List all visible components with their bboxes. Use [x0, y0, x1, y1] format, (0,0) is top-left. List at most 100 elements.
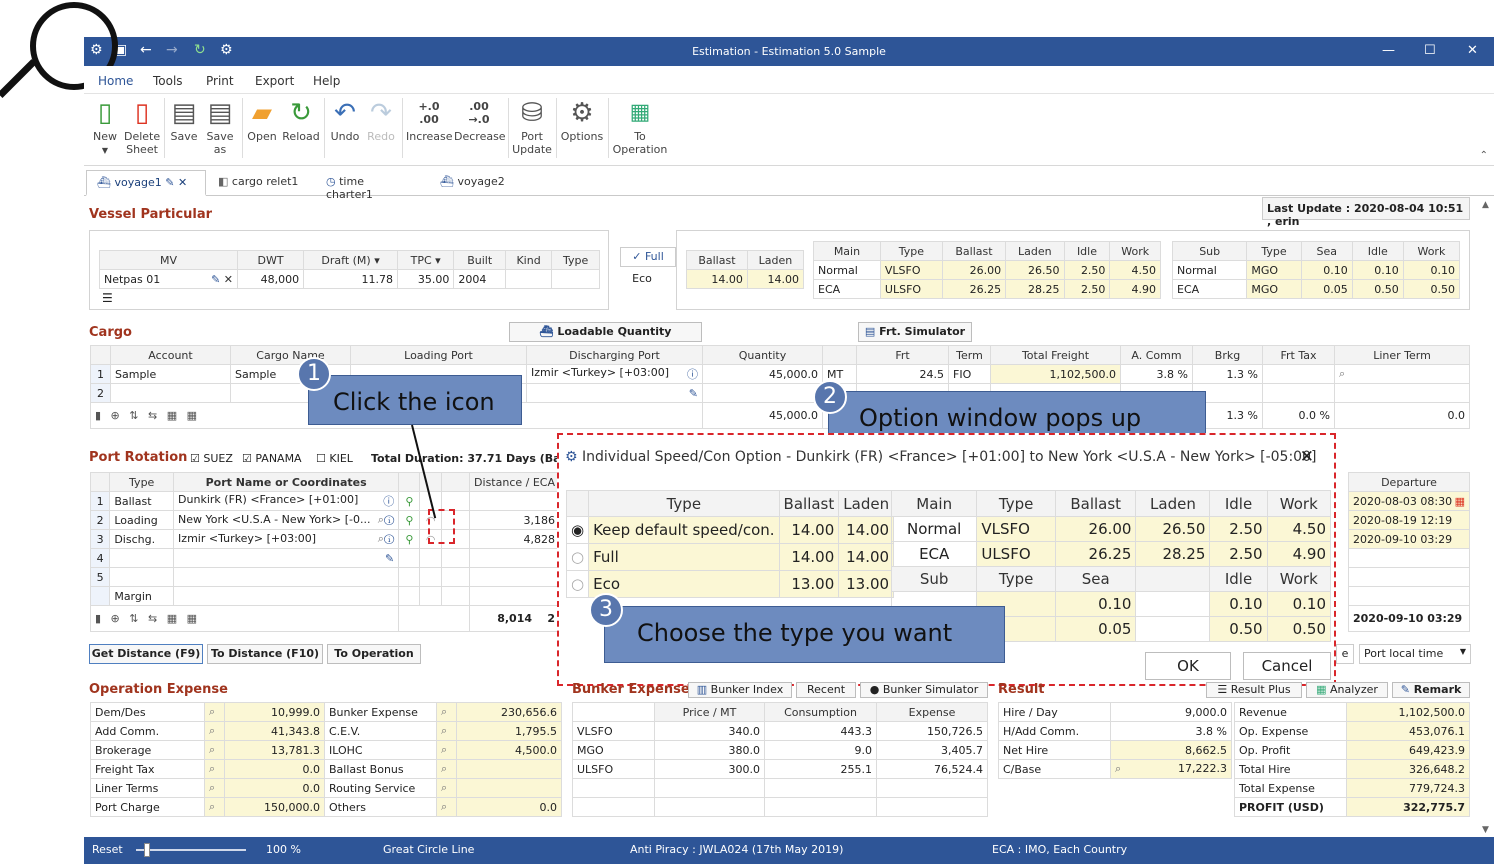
port-type-cell[interactable]: Loading [109, 510, 175, 530]
search-icon[interactable]: ⌕ [204, 702, 225, 722]
radio-selected[interactable]: ◉ [565, 516, 590, 544]
opex-value[interactable]: 150,000.0 [224, 797, 325, 817]
departure-cell[interactable]: 2020-09-10 03:29 [1348, 529, 1470, 549]
work-cons-cell[interactable]: 0.10 [1402, 260, 1461, 280]
tab-time-charter1[interactable]: ◷ time charter1 [316, 170, 424, 201]
info-icon[interactable]: ⓘ [687, 366, 698, 382]
map-pin-icon[interactable]: ⚲ [398, 491, 421, 511]
idle-cons-cell[interactable]: 0.50 [1351, 279, 1404, 299]
decrease-button[interactable]: .00 →.0 Decrease [454, 96, 506, 143]
bunker-simulator-button[interactable]: ● Bunker Simulator [860, 682, 988, 698]
loadable-quantity-button[interactable]: ⛴ Loadable Quantity Calculator [509, 322, 702, 356]
search-icon[interactable]: ⌕ [204, 778, 225, 798]
frt-tax-cell[interactable] [1262, 364, 1335, 384]
to-distance-button[interactable]: To Distance (F10) [207, 644, 323, 664]
to-operation-button[interactable]: ▦ To Operation [612, 96, 668, 156]
search-icon[interactable]: ⌕ [1115, 762, 1121, 776]
laden-speed-cell[interactable]: 14.00 [746, 269, 805, 289]
suez-checkbox[interactable]: ☑ SUEZ [190, 452, 233, 465]
idle-cons-cell[interactable]: 2.50 [1209, 516, 1268, 542]
fuel-type-cell[interactable]: ULSFO [879, 279, 943, 299]
info-icon[interactable]: ⓘ [384, 532, 394, 545]
maximize-button[interactable]: ☐ [1424, 43, 1436, 58]
idle-cons-cell[interactable]: 0.50 [1209, 616, 1268, 642]
liner-term-cell[interactable] [1334, 383, 1470, 403]
search-icon[interactable]: ⌕ [436, 778, 457, 798]
idle-cons-cell[interactable]: 2.50 [1209, 541, 1268, 567]
opex-value[interactable]: 10,999.0 [224, 702, 325, 722]
recent-button[interactable]: Recent [796, 682, 856, 698]
undo-button[interactable]: ↶ Undo [328, 96, 362, 143]
analyzer-button[interactable]: ▦ Analyzer [1306, 682, 1388, 698]
sea-cons-cell[interactable]: 0.05 [1054, 616, 1137, 642]
fuel-type-cell[interactable]: MGO [1246, 260, 1302, 280]
info-icon[interactable]: ⓘ [383, 493, 394, 509]
ballast-cons-cell[interactable]: 26.25 [1054, 541, 1137, 567]
sea-cons-cell[interactable]: 0.10 [1054, 591, 1137, 617]
kind-cell[interactable] [504, 269, 553, 289]
map-pin-icon[interactable]: ⚲ [398, 510, 421, 530]
ballast-cons-cell[interactable]: 26.25 [941, 279, 1007, 299]
delete-sheet-button[interactable]: ▯ Delete Sheet [124, 96, 160, 156]
distance-cell[interactable]: 3,186 [469, 510, 560, 530]
redo-button[interactable]: ↷ Redo [366, 96, 396, 143]
fuel-type-cell[interactable]: VLSFO [879, 260, 943, 280]
quantity-cell[interactable]: 45,000.0 [702, 364, 823, 384]
search-icon[interactable]: ⌕ [204, 797, 225, 817]
options-button[interactable]: ⚙ Options [560, 96, 604, 143]
opex-value[interactable]: 0.0 [456, 797, 562, 817]
work-cons-cell[interactable]: 0.10 [1266, 591, 1332, 617]
departure-cell[interactable]: 2020-08-19 12:19 [1348, 510, 1470, 530]
speed-option-label[interactable]: Eco [588, 570, 780, 598]
liner-term-cell[interactable]: ⌕ [1334, 364, 1470, 384]
opex-value[interactable]: 0.0 [224, 759, 325, 779]
idle-cons-cell[interactable]: 0.10 [1351, 260, 1404, 280]
tab-voyage2[interactable]: ⛴ voyage2 [430, 170, 516, 196]
idle-cons-cell[interactable]: 2.50 [1063, 260, 1111, 280]
col-tpc[interactable]: TPC ▾ [396, 250, 455, 270]
radio-unselected[interactable]: ○ [565, 543, 590, 571]
opex-value[interactable]: 4,500.0 [456, 740, 562, 760]
price-cell[interactable]: 340.0 [654, 721, 765, 741]
menu-tools[interactable]: Tools [153, 74, 183, 88]
work-cons-cell[interactable]: 4.90 [1266, 541, 1332, 567]
col-draft[interactable]: Draft (M) ▾ [303, 250, 398, 270]
search-icon[interactable]: ⌕ [436, 797, 457, 817]
radio-unselected[interactable]: ○ [565, 570, 590, 598]
work-cons-cell[interactable]: 0.50 [1402, 279, 1461, 299]
search-icon[interactable]: ⌕ [436, 759, 457, 779]
type-cell[interactable] [551, 269, 600, 289]
search-icon[interactable]: ⌕ [436, 721, 457, 741]
ballast-cons-cell[interactable]: 26.00 [941, 260, 1007, 280]
menu-home[interactable]: Home [98, 74, 133, 88]
opex-value[interactable]: 13,781.3 [224, 740, 325, 760]
work-cons-cell[interactable]: 4.90 [1109, 279, 1161, 299]
get-distance-button[interactable]: Get Distance (F9) [89, 644, 203, 664]
idle-cons-cell[interactable]: 0.10 [1209, 591, 1268, 617]
close-button[interactable]: ✕ [1467, 43, 1478, 58]
price-cell[interactable]: 300.0 [654, 759, 765, 779]
calendar-icon[interactable]: ▦ [1455, 495, 1465, 508]
to-operation-button[interactable]: To Operation [327, 644, 421, 664]
departure-cell[interactable]: 2020-08-03 08:30 ▦ [1348, 491, 1470, 511]
speed-eco-option[interactable]: Eco [620, 270, 664, 290]
built-cell[interactable]: 2004 [453, 269, 506, 289]
fuel-type-cell[interactable]: ULSFO [976, 541, 1056, 567]
search-icon[interactable]: ⌕ [204, 740, 225, 760]
port-name-cell[interactable]: Dunkirk (FR) <France> [+01:00] ⓘ [173, 491, 400, 511]
ballast-speed-cell[interactable]: 14.00 [686, 269, 748, 289]
cancel-button[interactable]: Cancel [1243, 652, 1331, 680]
reload-button[interactable]: ↻ Reload [282, 96, 320, 143]
port-name-cell[interactable]: ✎ [173, 548, 400, 568]
dialog-close-icon[interactable]: ✕ [1300, 447, 1314, 467]
result-plus-button[interactable]: ☰ Result Plus [1206, 682, 1302, 698]
row-tools-icons[interactable]: ▮ ⊕ ⇅ ⇆ ▦ ▦ [95, 409, 200, 422]
account-cell[interactable]: Sample [110, 364, 231, 384]
new-button[interactable]: ▯ New ▼ [90, 96, 120, 157]
speed-full-option[interactable]: ✓ Full [620, 247, 676, 267]
port-type-cell[interactable] [109, 548, 175, 568]
laden-cons-cell[interactable]: 26.50 [1135, 516, 1211, 542]
frt-cell[interactable]: 24.5 [856, 364, 949, 384]
opex-value[interactable]: 230,656.6 [456, 702, 562, 722]
info-icon[interactable]: ⓘ [384, 513, 394, 526]
